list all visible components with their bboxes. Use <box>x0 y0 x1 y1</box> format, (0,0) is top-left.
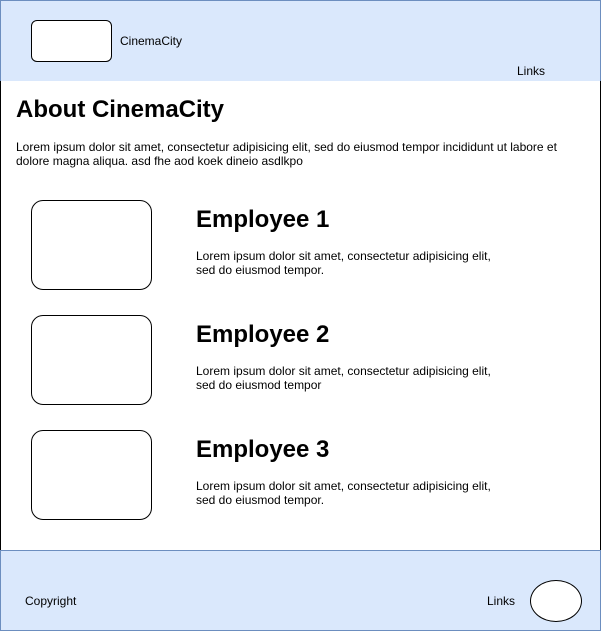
copyright-text: Copyright <box>25 594 77 608</box>
employee-description: Lorem ipsum dolor sit amet, consectetur … <box>196 479 491 507</box>
employee-card: Employee 1 Lorem ipsum dolor sit amet, c… <box>1 200 600 292</box>
employee-card: Employee 2 Lorem ipsum dolor sit amet, c… <box>1 315 600 407</box>
employee-card: Employee 3 Lorem ipsum dolor sit amet, c… <box>1 430 600 522</box>
employee-photo-placeholder <box>31 200 152 290</box>
employee-name: Employee 1 <box>196 206 330 233</box>
site-footer: Copyright Links <box>0 550 601 631</box>
main-content: About CinemaCity Lorem ipsum dolor sit a… <box>0 81 601 550</box>
site-header: CinemaCity Links <box>0 0 601 82</box>
employee-photo-placeholder <box>31 315 152 405</box>
site-name[interactable]: CinemaCity <box>120 34 182 48</box>
logo-placeholder[interactable] <box>31 20 112 62</box>
footer-circle-button[interactable] <box>530 580 582 622</box>
page: CinemaCity Links About CinemaCity Lorem … <box>0 0 601 631</box>
employee-name: Employee 2 <box>196 321 330 348</box>
employee-photo-placeholder <box>31 430 152 520</box>
employee-description: Lorem ipsum dolor sit amet, consectetur … <box>196 249 491 277</box>
footer-links[interactable]: Links <box>487 594 515 608</box>
employee-name: Employee 3 <box>196 436 330 463</box>
about-description: Lorem ipsum dolor sit amet, consectetur … <box>16 140 557 168</box>
employee-description: Lorem ipsum dolor sit amet, consectetur … <box>196 364 491 392</box>
page-title: About CinemaCity <box>16 96 225 123</box>
header-links[interactable]: Links <box>517 64 545 78</box>
